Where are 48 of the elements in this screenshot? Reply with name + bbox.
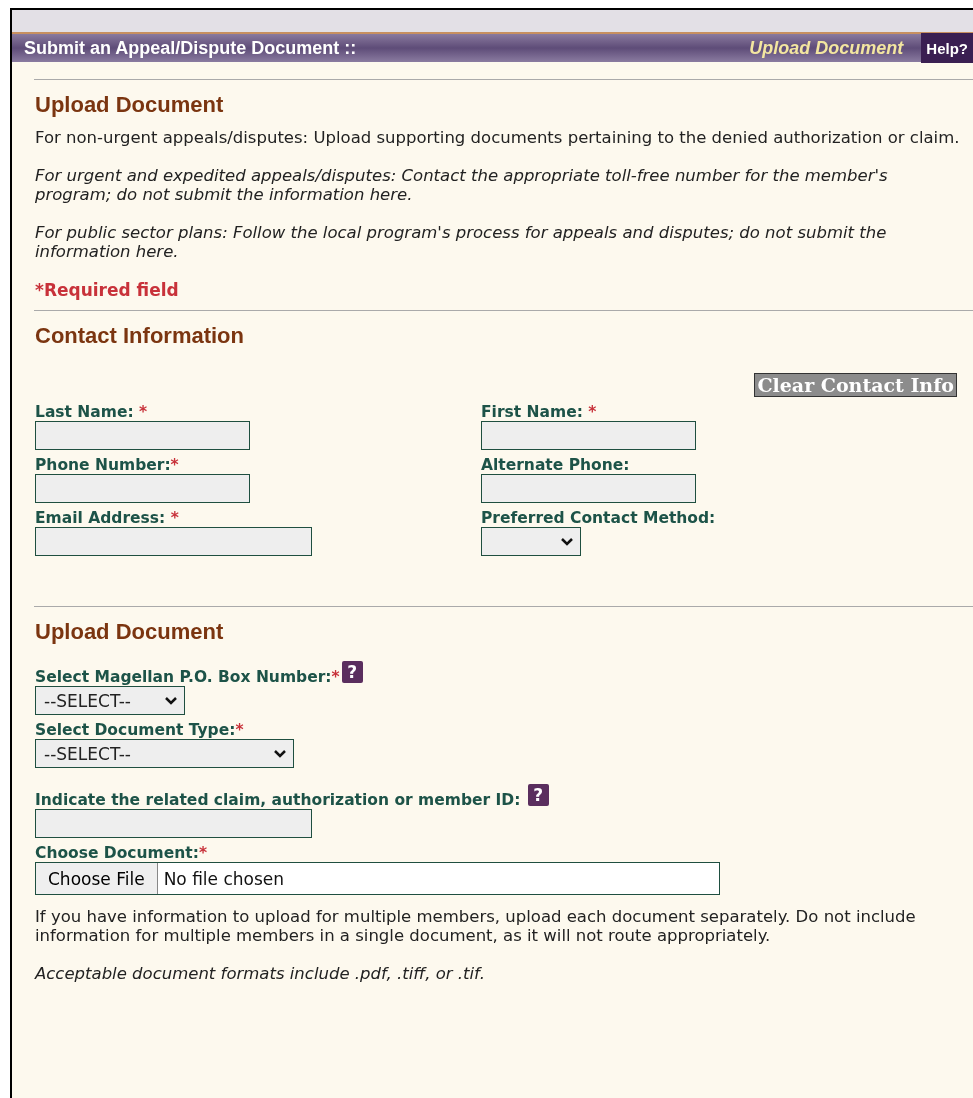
text-field[interactable]: [481, 421, 696, 450]
dropdown-value: --SELECT--: [44, 690, 131, 711]
required-mark: *: [235, 721, 244, 739]
dropdown[interactable]: --SELECT--: [35, 686, 185, 715]
required-note: *Required field: [35, 280, 180, 300]
dropdown-value: --SELECT--: [44, 743, 131, 764]
field-label: Select Magellan P.O. Box Number:: [35, 668, 332, 686]
chevron-icon: [273, 749, 287, 758]
field-label: Preferred Contact Method:: [481, 509, 716, 527]
section-heading: Contact Information: [35, 323, 245, 349]
chevron-icon: [560, 537, 574, 546]
note-text: Acceptable document formats include .pdf, .tiff, or .tif.: [35, 964, 486, 983]
help-icon[interactable]: ?: [341, 661, 363, 683]
page-name: Upload Document: [749, 37, 904, 59]
text-field[interactable]: [481, 474, 696, 503]
section-heading: Upload Document: [35, 92, 225, 118]
field-label: First Name:: [481, 403, 584, 421]
help-icon[interactable]: ?: [527, 784, 549, 806]
text-field[interactable]: [35, 809, 312, 838]
field-label: Alternate Phone:: [481, 456, 630, 474]
required-mark: *: [198, 844, 207, 862]
instruction-text: For urgent and expedited appeals/disputes: Contact the appropriate toll-free number for the member's program; do not submit the information here.: [35, 166, 889, 204]
dropdown[interactable]: [481, 527, 581, 556]
help-link[interactable]: Help?: [921, 33, 973, 63]
chevron-icon: [164, 696, 178, 705]
section-heading: Upload Document: [35, 619, 225, 645]
page-title: Submit an Appeal/Dispute Document ::: [23, 37, 358, 59]
required-mark: *: [588, 403, 597, 421]
file-status: No file chosen: [162, 868, 285, 889]
required-mark: *: [331, 668, 340, 686]
required-mark: *: [170, 509, 179, 527]
file-field[interactable]: Choose File No file chosen: [35, 862, 720, 895]
required-mark: *: [139, 403, 148, 421]
required-mark: *: [170, 456, 179, 474]
note-text: If you have information to upload for multiple members, upload each document separately. Do not include information for multiple members in a single document, as it will not route appropriately.: [35, 907, 917, 945]
text-field[interactable]: [35, 474, 250, 503]
field-label: Indicate the related claim, authorization or member ID:: [35, 791, 522, 809]
text-field[interactable]: [35, 527, 312, 556]
field-label: Email Address:: [35, 509, 167, 527]
dropdown[interactable]: --SELECT--: [35, 739, 294, 768]
field-label: Phone Number:: [35, 456, 171, 474]
text-field[interactable]: [35, 421, 250, 450]
field-label: Choose Document:: [35, 844, 199, 862]
choose-file-button[interactable]: Choose File: [36, 863, 158, 894]
instruction-text: For non-urgent appeals/disputes: Upload supporting documents pertaining to the denied authorization or claim.: [35, 128, 960, 147]
field-label: Last Name:: [35, 403, 135, 421]
instruction-text: For public sector plans: Follow the local program's process for appeals and disputes; do not submit the information here.: [35, 223, 888, 261]
field-label: Select Document Type:: [35, 721, 236, 739]
